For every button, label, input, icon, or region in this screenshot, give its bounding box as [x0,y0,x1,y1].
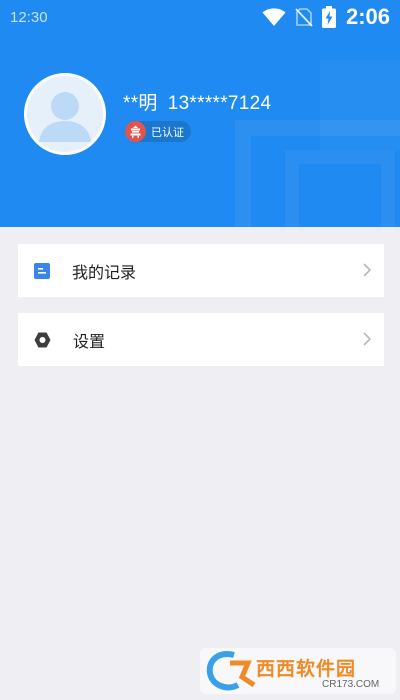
wifi-icon [262,8,286,26]
header-decoration [285,150,395,227]
user-info: **明 13*****7124 [123,88,271,115]
user-phone: 13*****7124 [167,93,272,114]
verified-label: 已认证 [151,126,184,139]
menu-item-settings[interactable]: 设置 [18,313,384,366]
verified-badge: 已认证 [125,121,191,142]
red-seal-icon [125,121,146,142]
watermark-domain: CR173.COM [322,679,380,690]
avatar[interactable] [24,73,106,155]
profile-screen: 12:30 2:06 **明 13*****7124 已认证 我的记录 设置 西… [0,0,400,700]
menu-item-label: 设置 [73,333,106,351]
menu-item-label: 我的记录 [72,264,137,282]
status-clock: 2:06 [345,4,390,29]
battery-charging-icon [321,6,336,28]
default-user-avatar-icon [27,76,103,152]
header-decoration [320,60,400,150]
status-bar: 12:30 2:06 [0,0,400,34]
profile-header: 12:30 2:06 **明 13*****7124 已认证 [0,0,400,227]
watermark-logo-icon [206,651,256,691]
status-time: 12:30 [10,8,48,26]
record-document-icon [34,262,50,279]
chevron-right-icon [363,332,372,346]
status-icons: 2:06 [262,4,390,30]
menu-item-my-records[interactable]: 我的记录 [18,244,384,297]
user-name: **明 [123,93,158,114]
watermark: 西西软件园 CR173.COM [200,648,396,694]
settings-hexagon-icon [34,332,51,347]
chevron-right-icon [363,263,372,277]
no-sim-icon [295,8,313,27]
watermark-brand: 西西软件园 [256,659,357,680]
